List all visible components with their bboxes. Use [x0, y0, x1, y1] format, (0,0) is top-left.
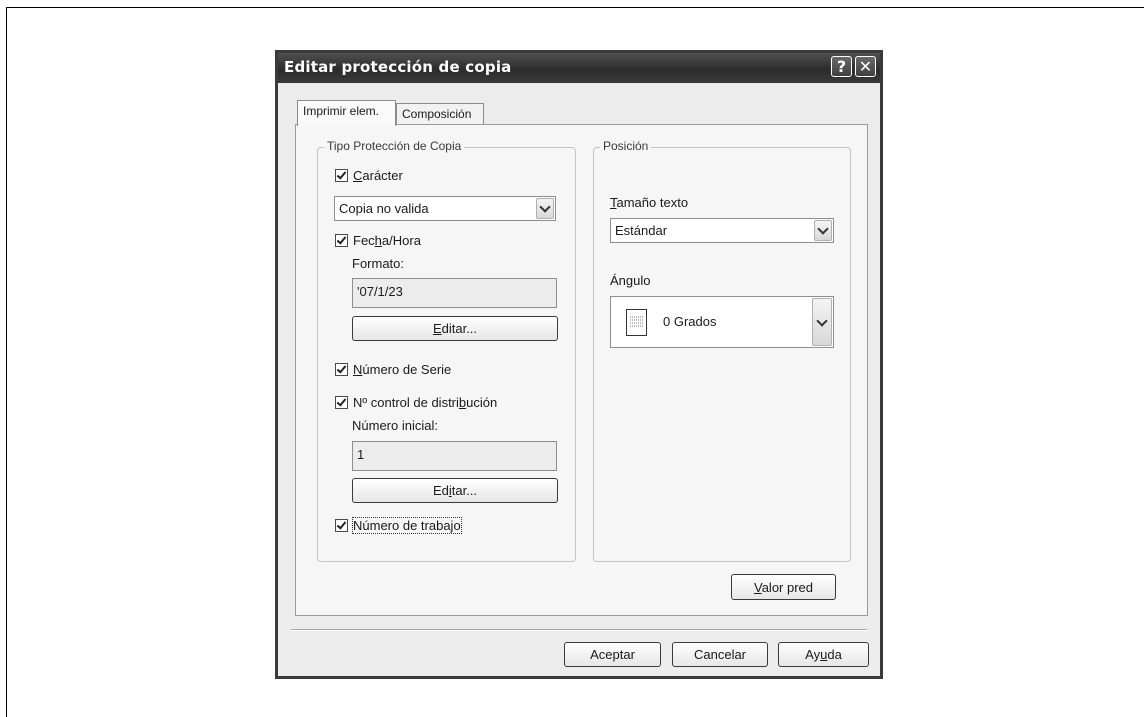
format-label: Formato: [352, 256, 405, 271]
button-label: Editar... [432, 483, 478, 498]
character-select-value: Copia no valida [339, 201, 429, 216]
chevron-down-icon[interactable] [812, 298, 832, 346]
dialog-separator [291, 629, 867, 631]
start-number-label: Número inicial: [352, 418, 438, 433]
position-group: Posición Tamaño texto Estándar Ángulo 0 … [593, 139, 851, 562]
checkbox-label: Nº control de distribución [353, 395, 498, 410]
checkbox-box[interactable] [335, 363, 348, 376]
help-button[interactable]: Ayuda [778, 642, 869, 667]
checkbox-label: Fecha/Hora [353, 233, 421, 248]
cancel-button[interactable]: Cancelar [672, 642, 768, 667]
copy-protection-type-group: Tipo Protección de Copia Carácter Copia … [317, 139, 576, 562]
help-icon[interactable]: ? [831, 56, 852, 77]
format-field: '07/1/23 [352, 278, 557, 308]
tab-label: Composición [402, 107, 472, 121]
page-orientation-icon [626, 309, 647, 336]
tab-label: Imprimir elem. [303, 104, 380, 118]
edit-format-button[interactable]: Editar... [352, 316, 558, 341]
group-legend: Tipo Protección de Copia [324, 139, 465, 153]
start-number-value: 1 [357, 447, 365, 462]
chevron-down-icon[interactable] [536, 198, 554, 219]
checkbox-label: Número de trabajo [352, 517, 462, 534]
close-icon[interactable]: ✕ [855, 56, 876, 77]
character-select[interactable]: Copia no valida [334, 196, 556, 221]
serial-number-checkbox[interactable]: Número de Serie [335, 362, 451, 377]
checkbox-box[interactable] [335, 519, 348, 532]
checkbox-box[interactable] [335, 234, 348, 247]
tab-panel: Tipo Protección de Copia Carácter Copia … [295, 124, 868, 616]
format-value: '07/1/23 [357, 284, 403, 299]
distribution-control-checkbox[interactable]: Nº control de distribución [335, 395, 497, 410]
button-label: Valor pred [753, 579, 814, 595]
job-number-checkbox[interactable]: Número de trabajo [335, 517, 462, 534]
button-label: Aceptar [590, 647, 635, 662]
edit-distribution-button[interactable]: Editar... [352, 478, 558, 503]
ok-button[interactable]: Aceptar [564, 642, 661, 667]
text-size-value: Estándar [615, 223, 668, 238]
angle-value: 0 Grados [663, 314, 717, 329]
default-values-button[interactable]: Valor pred [731, 574, 836, 600]
start-number-field[interactable]: 1 [352, 441, 557, 471]
datetime-checkbox[interactable]: Fecha/Hora [335, 233, 421, 248]
dialog-title: Editar protección de copia [284, 58, 512, 76]
text-size-select[interactable]: Estándar [610, 218, 834, 243]
button-label: Ayuda [805, 647, 842, 662]
character-checkbox[interactable]: Carácter [335, 168, 403, 183]
angle-label: Ángulo [610, 273, 651, 288]
group-legend: Posición [600, 139, 652, 153]
tab-composition[interactable]: Composición [396, 103, 484, 125]
checkbox-box[interactable] [335, 396, 348, 409]
button-label: Editar... [432, 321, 478, 336]
button-label: Cancelar [693, 647, 747, 662]
chevron-down-icon[interactable] [814, 220, 832, 241]
checkbox-label: Número de Serie [353, 362, 452, 377]
checkbox-box[interactable] [335, 169, 348, 182]
text-size-label: Tamaño texto [610, 195, 689, 210]
checkbox-label: Carácter [353, 168, 403, 183]
angle-select[interactable]: 0 Grados [610, 296, 834, 348]
title-bar[interactable]: Editar protección de copia ? ✕ [278, 53, 880, 83]
edit-copy-protection-dialog: Editar protección de copia ? ✕ Imprimir … [275, 50, 883, 679]
tab-print-elements[interactable]: Imprimir elem. [297, 100, 396, 126]
